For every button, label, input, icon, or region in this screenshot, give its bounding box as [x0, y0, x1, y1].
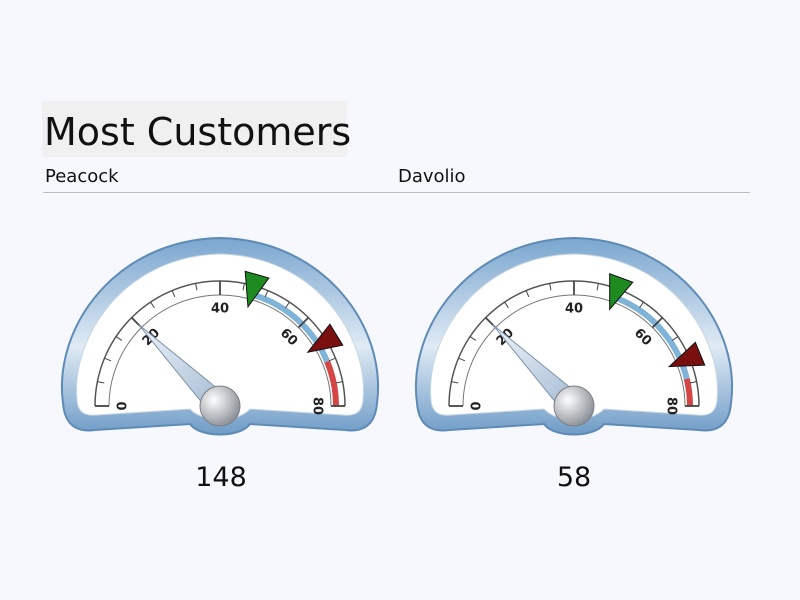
gauge-value-peacock: 148 [195, 462, 247, 493]
range-red-band [683, 378, 693, 407]
needle-cap [553, 385, 595, 427]
gauge-value-davolio: 58 [556, 462, 592, 493]
gauge-name-peacock: Peacock [45, 166, 119, 187]
tick-label: 40 [211, 302, 229, 317]
tick-label: 0 [470, 401, 485, 410]
gauge-davolio: 020406080 [414, 236, 734, 436]
gauge-peacock: 020406080 [60, 236, 380, 436]
tick-label: 0 [116, 401, 131, 410]
page-title: Most Customers [42, 101, 351, 157]
tick-label: 40 [565, 302, 583, 317]
gauge-name-davolio: Davolio [398, 166, 466, 187]
tick-label: 80 [664, 397, 679, 415]
gauge-names-row: Peacock Davolio [43, 164, 750, 193]
needle-cap [199, 385, 241, 427]
tick-label: 80 [310, 397, 325, 415]
